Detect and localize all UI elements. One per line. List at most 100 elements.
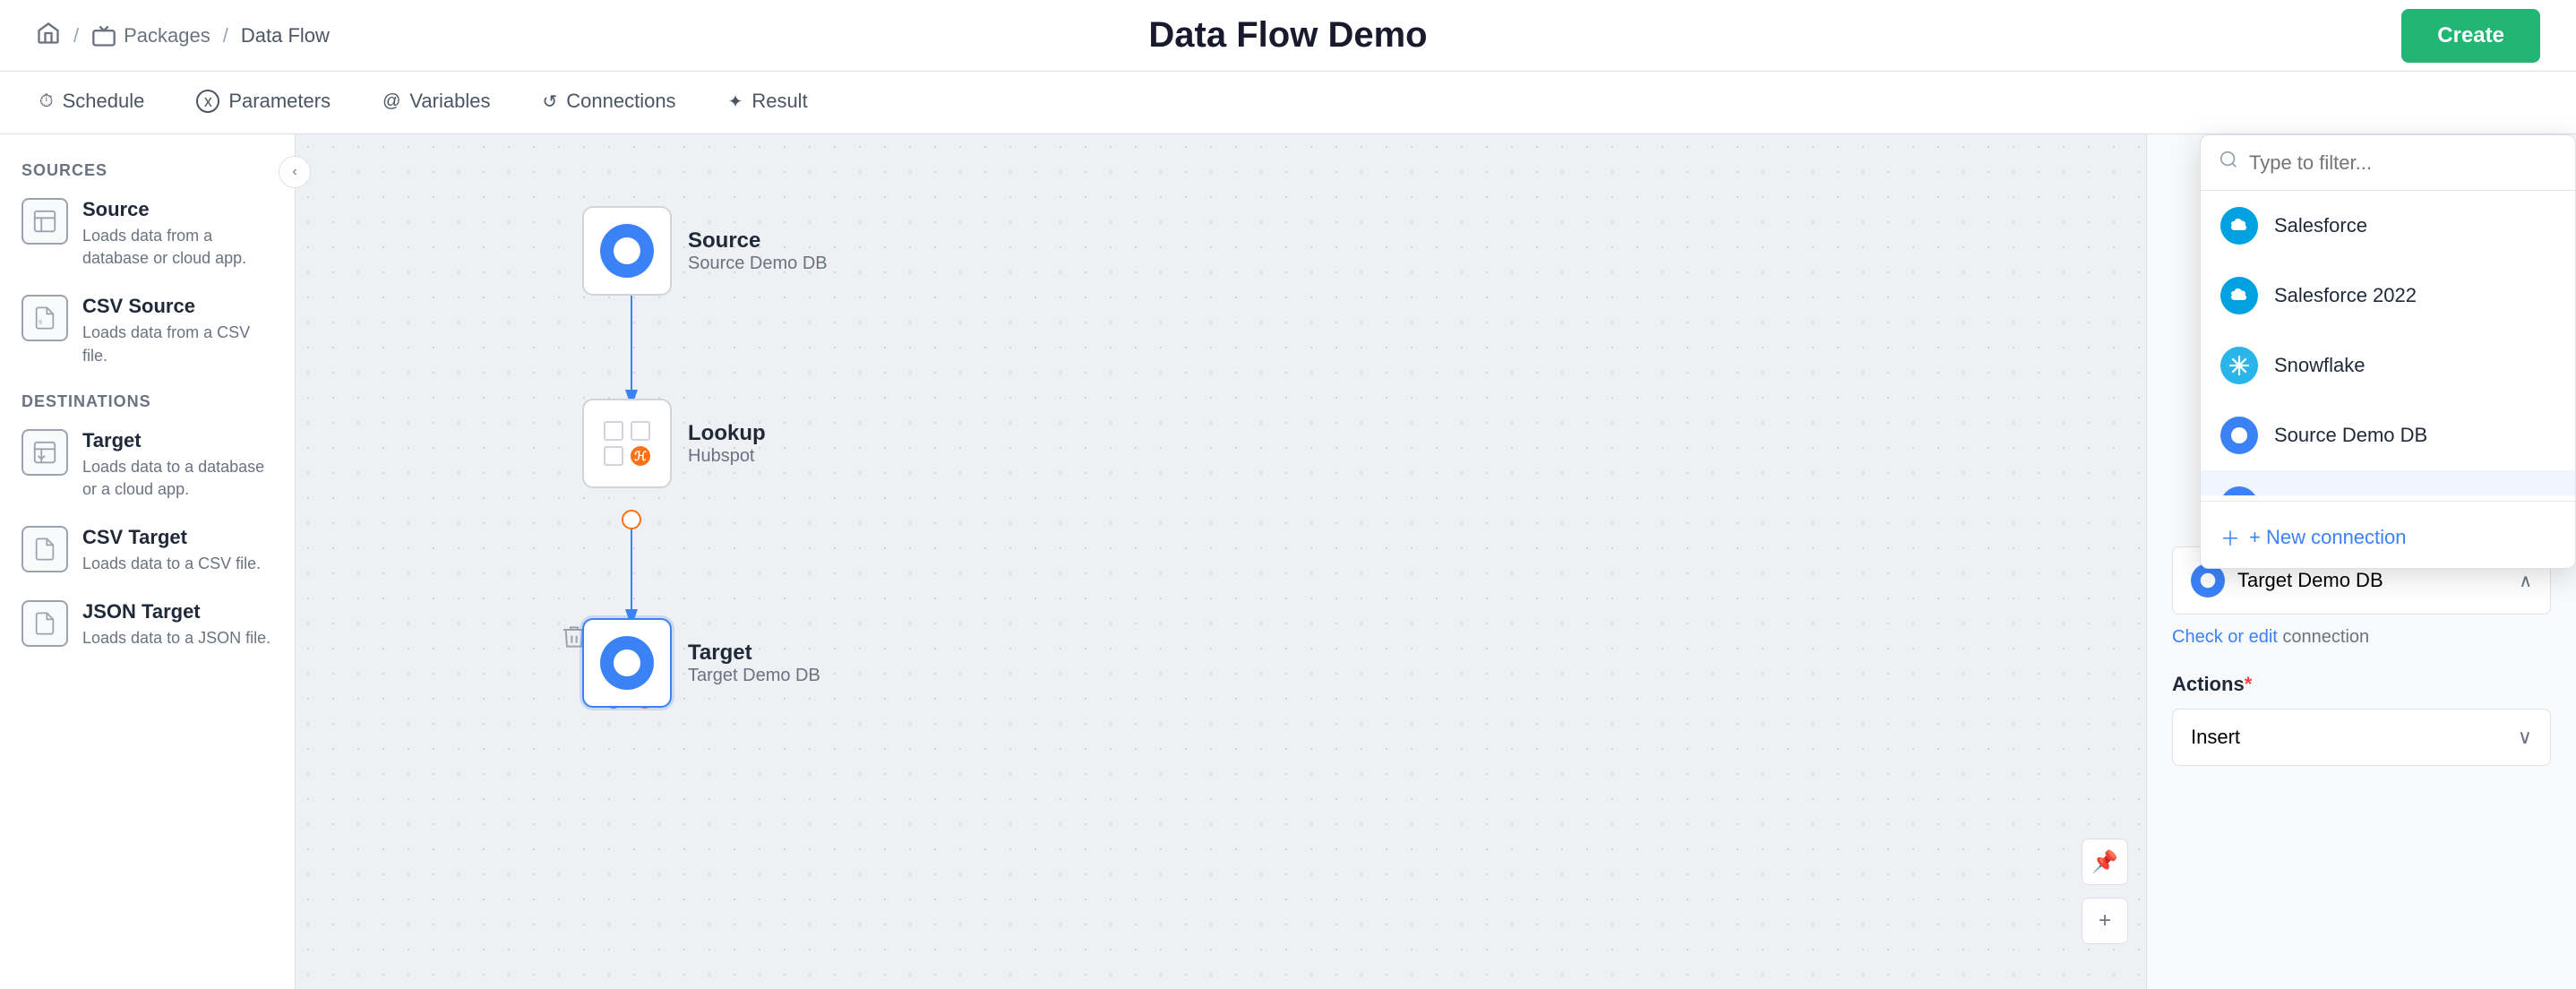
target-demo-db-label: Target Demo DB bbox=[2274, 494, 2420, 495]
csv-source-item-desc: Loads data from a CSV file. bbox=[82, 322, 273, 366]
lookup-node[interactable]: ℋ Lookup Hubspot bbox=[582, 399, 766, 488]
packages-breadcrumb[interactable]: Packages bbox=[91, 23, 210, 48]
lookup-node-box[interactable]: ℋ bbox=[582, 399, 672, 488]
json-target-icon bbox=[21, 600, 68, 647]
connection-suffix: connection bbox=[2278, 627, 2369, 647]
salesforce2022-label: Salesforce 2022 bbox=[2274, 284, 2417, 307]
tab-result-label: Result bbox=[751, 90, 807, 113]
salesforce-icon bbox=[2220, 207, 2258, 245]
dropdown-item-target-demo-db[interactable]: Target Demo DB bbox=[2201, 470, 2575, 495]
new-connection-button[interactable]: ＋ + New connection bbox=[2201, 507, 2575, 568]
lookup-squares2: ℋ bbox=[604, 446, 650, 466]
dropdown-item-salesforce[interactable]: Salesforce bbox=[2201, 191, 2575, 261]
snowflake-label: Snowflake bbox=[2274, 354, 2366, 377]
check-edit-link[interactable]: Check or edit bbox=[2172, 627, 2278, 647]
toolbar: ⏱ Schedule x Parameters @ Variables ↺ Co… bbox=[0, 72, 2576, 134]
lookup-sq2 bbox=[631, 421, 650, 441]
target-node-box[interactable] bbox=[582, 618, 672, 708]
tab-schedule-label: Schedule bbox=[63, 90, 145, 113]
connection-dropdown[interactable]: Salesforce Salesforce 2022 bbox=[2200, 134, 2576, 569]
csv-target-item-name: CSV Target bbox=[82, 526, 273, 549]
tab-parameters[interactable]: x Parameters bbox=[193, 72, 334, 133]
sources-section-title: SOURCES bbox=[21, 161, 273, 180]
target-node-label: Target bbox=[688, 641, 820, 666]
source-node-label: Source bbox=[688, 228, 828, 254]
tab-connections[interactable]: ↺ Connections bbox=[538, 72, 679, 133]
lookup-sq3 bbox=[604, 446, 623, 466]
dropdown-list: Salesforce Salesforce 2022 bbox=[2201, 191, 2575, 495]
csv-source-icon: 9 bbox=[21, 295, 68, 341]
pin-tool[interactable]: 📌 bbox=[2082, 838, 2128, 885]
tab-variables[interactable]: @ Variables bbox=[379, 72, 494, 133]
source-node[interactable]: Source Source Demo DB bbox=[582, 206, 828, 296]
home-icon[interactable] bbox=[36, 21, 61, 51]
source-item-desc: Loads data from a database or cloud app. bbox=[82, 225, 273, 270]
target-node[interactable]: Target Target Demo DB bbox=[582, 618, 820, 708]
chevron-down-icon: ∨ bbox=[2518, 726, 2532, 749]
csv-source-item-name: CSV Source bbox=[82, 295, 273, 318]
json-target-item-name: JSON Target bbox=[82, 600, 273, 624]
actions-label: Actions* bbox=[2172, 673, 2551, 696]
target-item-desc: Loads data to a database or a cloud app. bbox=[82, 456, 273, 501]
tab-schedule[interactable]: ⏱ Schedule bbox=[36, 72, 148, 133]
target-icon bbox=[21, 429, 68, 476]
canvas[interactable]: Source Source Demo DB ℋ bbox=[296, 134, 2146, 989]
check-edit-connection: Check or edit connection bbox=[2172, 627, 2551, 648]
canvas-toolbar: 📌 + bbox=[2082, 838, 2128, 944]
sidebar-item-csv-source[interactable]: 9 CSV Source Loads data from a CSV file. bbox=[21, 295, 273, 366]
salesforce2022-icon bbox=[2220, 277, 2258, 314]
source-item-name: Source bbox=[82, 198, 273, 221]
result-icon: ✦ bbox=[728, 90, 743, 113]
right-panel: Salesforce Salesforce 2022 bbox=[2146, 134, 2576, 989]
plus-icon: ＋ bbox=[2220, 523, 2240, 552]
dropdown-item-salesforce2022[interactable]: Salesforce 2022 bbox=[2201, 261, 2575, 331]
lookup-node-icon-group: ℋ bbox=[604, 421, 650, 466]
sidebar-item-target[interactable]: Target Loads data to a database or a clo… bbox=[21, 429, 273, 501]
actions-select[interactable]: Insert ∨ bbox=[2172, 709, 2551, 766]
lookup-node-label: Lookup bbox=[688, 421, 766, 446]
source-icon bbox=[21, 198, 68, 245]
lookup-squares bbox=[604, 421, 650, 441]
schedule-icon: ⏱ bbox=[39, 91, 54, 112]
csv-target-item-desc: Loads data to a CSV file. bbox=[82, 553, 273, 575]
sidebar-item-source[interactable]: Source Loads data from a database or clo… bbox=[21, 198, 273, 270]
sidebar-collapse-button[interactable]: ‹ bbox=[279, 156, 311, 188]
panel-content: Target Demo DB ∧ Check or edit connectio… bbox=[2172, 546, 2551, 766]
sidebar-item-csv-target[interactable]: CSV Target Loads data to a CSV file. bbox=[21, 526, 273, 575]
tab-variables-label: Variables bbox=[409, 90, 490, 113]
source-node-box[interactable] bbox=[582, 206, 672, 296]
dataflow-breadcrumb: Data Flow bbox=[241, 24, 330, 47]
lookup-hubspot: ℋ bbox=[631, 446, 650, 466]
create-button[interactable]: Create bbox=[2401, 9, 2540, 63]
breadcrumb-sep-2: / bbox=[223, 24, 228, 47]
csv-target-icon bbox=[21, 526, 68, 572]
dropdown-divider bbox=[2201, 501, 2575, 502]
search-input[interactable] bbox=[2249, 151, 2557, 175]
zoom-in-tool[interactable]: + bbox=[2082, 898, 2128, 944]
target-node-sublabel: Target Demo DB bbox=[688, 666, 820, 686]
header: / Packages / Data Flow Data Flow Demo Cr… bbox=[0, 0, 2576, 72]
dropdown-search-bar[interactable] bbox=[2201, 135, 2575, 191]
target-demo-db-icon bbox=[2220, 486, 2258, 495]
source-node-icon bbox=[600, 224, 654, 278]
svg-text:9: 9 bbox=[39, 320, 42, 326]
source-demo-db-label: Source Demo DB bbox=[2274, 424, 2427, 447]
packages-link[interactable]: Packages bbox=[124, 24, 210, 47]
tab-result[interactable]: ✦ Result bbox=[725, 72, 811, 133]
tab-parameters-label: Parameters bbox=[228, 90, 331, 113]
main-layout: ‹ SOURCES Source Loads data from a datab… bbox=[0, 134, 2576, 989]
source-demo-db-icon bbox=[2220, 417, 2258, 454]
chevron-up-icon: ∧ bbox=[2519, 570, 2532, 592]
breadcrumb: / Packages / Data Flow bbox=[36, 21, 330, 51]
breadcrumb-sep-1: / bbox=[73, 24, 79, 47]
variables-icon: @ bbox=[382, 91, 400, 112]
json-target-item-desc: Loads data to a JSON file. bbox=[82, 627, 273, 649]
dropdown-item-source-demo-db[interactable]: Source Demo DB bbox=[2201, 400, 2575, 470]
sidebar-item-json-target[interactable]: JSON Target Loads data to a JSON file. bbox=[21, 600, 273, 649]
connections-icon: ↺ bbox=[542, 90, 557, 113]
dropdown-item-snowflake[interactable]: Snowflake bbox=[2201, 331, 2575, 400]
salesforce-label: Salesforce bbox=[2274, 214, 2367, 237]
target-item-name: Target bbox=[82, 429, 273, 452]
target-node-icon bbox=[600, 636, 654, 690]
lookup-node-sublabel: Hubspot bbox=[688, 446, 766, 467]
